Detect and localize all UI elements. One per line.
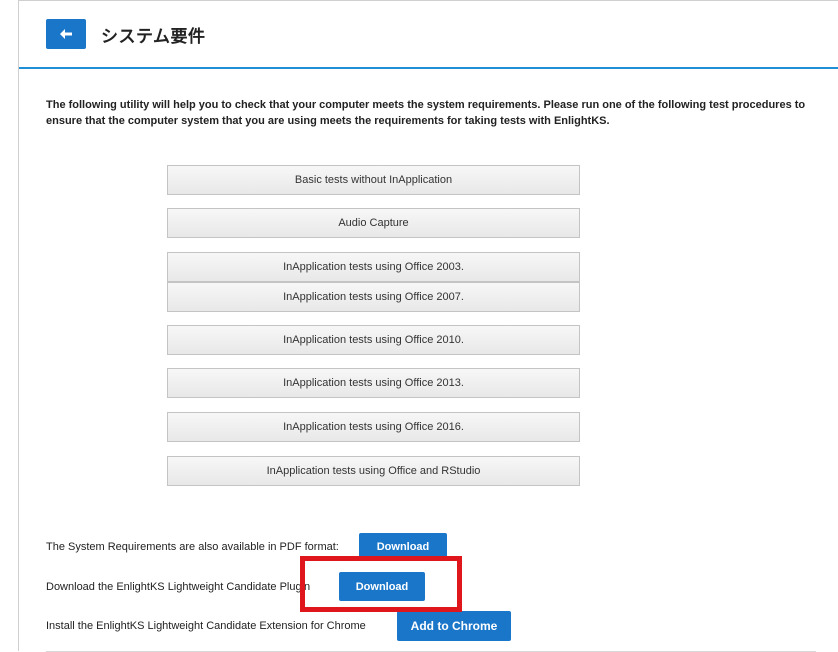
test-basic-button[interactable]: Basic tests without InApplication [167,165,580,195]
test-office-2016-button[interactable]: InApplication tests using Office 2016. [167,412,580,442]
pdf-download-button[interactable]: Download [359,533,447,560]
arrow-left-icon [60,29,72,39]
test-office-2010-button[interactable]: InApplication tests using Office 2010. [167,325,580,355]
main-panel: システム要件 The following utility will help y… [18,0,838,652]
back-button[interactable] [46,19,86,49]
intro-text: The following utility will help you to c… [46,99,806,127]
chrome-extension-text: Install the EnlightKS Lightweight Candid… [46,620,366,632]
page-title: システム要件 [101,27,206,47]
test-office-2007-button[interactable]: InApplication tests using Office 2007. [167,282,580,312]
plugin-download-button[interactable]: Download [339,572,425,601]
test-audio-capture-button[interactable]: Audio Capture [167,208,580,238]
pdf-download-text: The System Requirements are also availab… [46,541,339,553]
plugin-download-text: Download the EnlightKS Lightweight Candi… [46,581,311,593]
add-to-chrome-button[interactable]: Add to Chrome [397,611,511,641]
test-office-2013-button[interactable]: InApplication tests using Office 2013. [167,368,580,398]
page-header: システム要件 [19,1,838,69]
test-office-2003-button[interactable]: InApplication tests using Office 2003. [167,252,580,282]
test-office-rstudio-button[interactable]: InApplication tests using Office and RSt… [167,456,580,486]
